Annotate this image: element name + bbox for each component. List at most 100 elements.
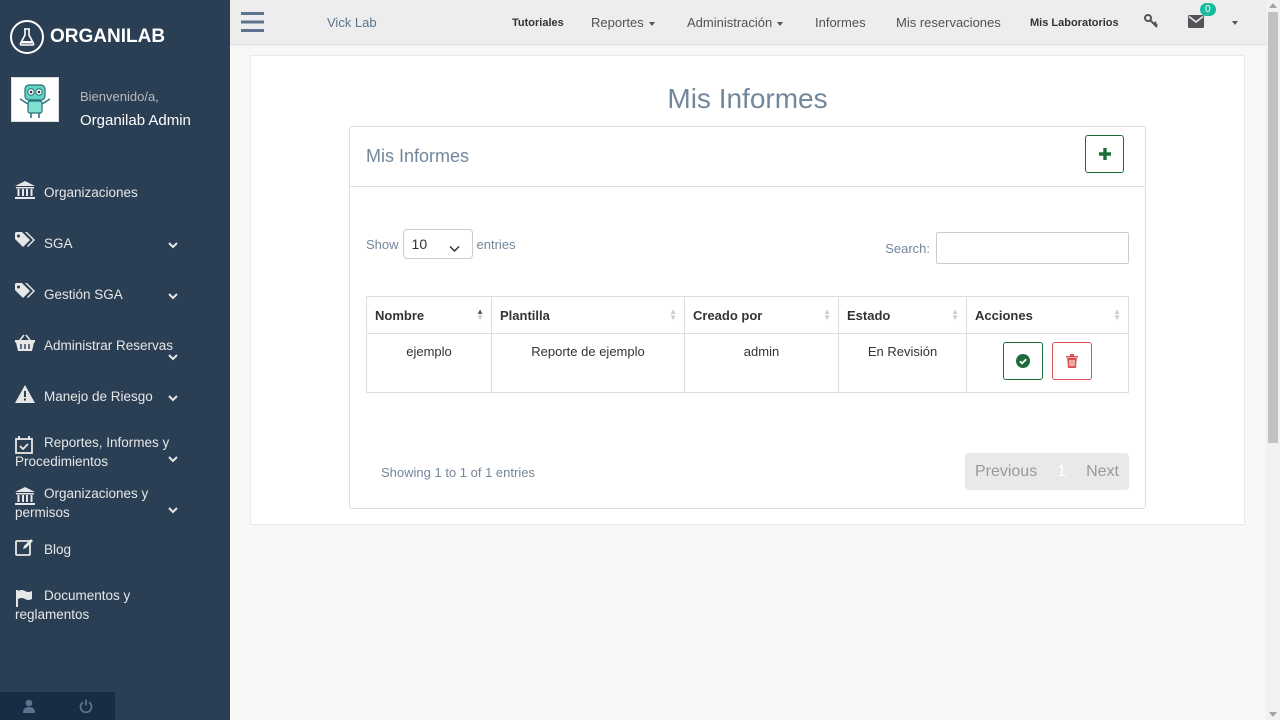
sort-icon: ▲ ▼: [669, 307, 677, 322]
entries-value: 10: [411, 236, 428, 252]
nav-reservaciones[interactable]: Mis reservaciones: [896, 15, 1001, 30]
sidebar-item-label: Organizaciones y permisos: [15, 486, 149, 520]
key-icon[interactable]: [1144, 14, 1158, 31]
table-row: ejemplo Reporte de ejemplo admin En Revi…: [366, 333, 1129, 393]
scroll-up-icon[interactable]: [1269, 3, 1277, 8]
sidebar-item-reservas[interactable]: Administrar Reservas: [0, 319, 230, 370]
nav-informes[interactable]: Informes: [815, 15, 866, 30]
sidebar-item-documentos[interactable]: Documentos y reglamentos: [0, 574, 230, 625]
user-dropdown[interactable]: [1227, 14, 1238, 29]
sidebar-item-blog[interactable]: Blog: [0, 523, 230, 574]
notification-badge: 0: [1200, 3, 1216, 16]
sort-icon: ▲ ▼: [476, 307, 484, 322]
nav-reportes[interactable]: Reportes: [591, 15, 655, 30]
column-header-estado[interactable]: Estado ▲ ▼: [838, 296, 967, 334]
page-button-1[interactable]: 1: [1047, 463, 1076, 481]
caret-down-icon: [777, 21, 784, 26]
envelope-icon[interactable]: [1188, 15, 1204, 31]
sidebar-item-label: Administrar Reservas: [44, 338, 174, 353]
table-header-row: Nombre ▲ ▼ Plantilla ▲ ▼ Creado por ▲ ▼ Estado…: [366, 296, 1129, 334]
show-label: Show: [366, 236, 399, 252]
chevron-down-icon: [168, 391, 178, 402]
sidebar-item-label: Gestión SGA: [44, 287, 123, 302]
chevron-down-icon: [168, 503, 178, 514]
card-header: Mis Informes: [350, 127, 1145, 187]
power-icon[interactable]: [58, 692, 116, 720]
pagination: Previous 1 Next: [964, 453, 1129, 490]
tags-icon: [15, 232, 37, 252]
bank-icon: [15, 181, 37, 201]
sidebar-item-label: Reportes, Informes y Procedimientos: [15, 435, 170, 469]
search-label: Search:: [885, 240, 930, 256]
nav-administracion[interactable]: Administración: [687, 15, 784, 30]
sort-icon: ▲ ▼: [823, 307, 831, 322]
sidebar-footer: [0, 692, 115, 720]
sidebar-item-sga[interactable]: SGA: [0, 217, 230, 268]
main-panel: Mis Informes Mis Informes Show 10 entrie…: [250, 55, 1245, 525]
brand-name: ORGANILAB: [50, 26, 166, 47]
warning-icon: [15, 385, 37, 405]
sort-icon: ▲ ▼: [1113, 307, 1121, 322]
column-header-creado-por[interactable]: Creado por ▲ ▼: [684, 296, 839, 334]
sort-icon: ▲ ▼: [951, 307, 959, 322]
brand[interactable]: ORGANILAB: [10, 20, 165, 54]
table-info: Showing 1 to 1 of 1 entries: [381, 465, 535, 480]
next-button[interactable]: Next: [1076, 463, 1129, 481]
nav-tutoriales[interactable]: Tutoriales: [512, 17, 564, 29]
menu-toggle-icon[interactable]: [241, 12, 264, 37]
approve-button[interactable]: [1002, 342, 1043, 380]
avatar[interactable]: [11, 77, 59, 122]
caret-down-icon: [1232, 20, 1238, 25]
entries-label: entries: [476, 236, 516, 252]
card-title: Mis Informes: [366, 146, 470, 166]
entries-select[interactable]: 10: [402, 229, 473, 259]
cell-creado-por: admin: [684, 333, 839, 393]
sidebar-item-reportes[interactable]: Reportes, Informes y Procedimientos: [0, 421, 230, 472]
sidebar-item-label: Blog: [44, 542, 72, 557]
cell-acciones: [966, 333, 1129, 393]
previous-button[interactable]: Previous: [965, 463, 1047, 481]
edit-icon: [15, 538, 37, 558]
reports-table: Nombre ▲ ▼ Plantilla ▲ ▼ Creado por ▲ ▼ Estado…: [366, 296, 1129, 393]
page-scrollbar[interactable]: [1266, 0, 1280, 720]
cell-estado: En Revisión: [838, 333, 967, 393]
flask-icon: [10, 20, 44, 54]
nav-label: Administración: [687, 15, 773, 30]
welcome-text: Bienvenido/a,: [80, 89, 159, 104]
delete-button[interactable]: [1052, 342, 1093, 380]
cell-plantilla: Reporte de ejemplo: [491, 333, 685, 393]
sidebar-item-permisos[interactable]: Organizaciones y permisos: [0, 472, 230, 523]
sidebar-menu: Organizaciones SGA Gestión SGA Administr…: [0, 166, 230, 625]
basket-icon: [15, 334, 37, 354]
profile: Bienvenido/a, Organilab Admin: [11, 77, 191, 129]
column-header-nombre[interactable]: Nombre ▲ ▼: [366, 296, 492, 334]
chevron-down-icon: [168, 350, 178, 361]
scroll-thumb[interactable]: [1268, 12, 1278, 443]
sidebar-item-label: Documentos y reglamentos: [15, 588, 131, 622]
top-navbar: Vick Lab Tutoriales Reportes Administrac…: [230, 0, 1266, 45]
column-header-plantilla[interactable]: Plantilla ▲ ▼: [491, 296, 685, 334]
sidebar-item-organizaciones[interactable]: Organizaciones: [0, 166, 230, 217]
tags-icon: [15, 283, 37, 303]
sidebar-item-riesgo[interactable]: Manejo de Riesgo: [0, 370, 230, 421]
sidebar-item-gestion-sga[interactable]: Gestión SGA: [0, 268, 230, 319]
add-report-button[interactable]: [1085, 135, 1124, 173]
header-label: Plantilla: [500, 307, 550, 323]
page-title: Mis Informes: [667, 83, 828, 114]
lab-name[interactable]: Vick Lab: [327, 15, 377, 30]
caret-down-icon: [648, 21, 655, 26]
page-length: Show 10 entries: [366, 229, 516, 259]
column-header-acciones[interactable]: Acciones ▲ ▼: [966, 296, 1129, 334]
chevron-down-icon: [168, 452, 178, 463]
search-input[interactable]: [936, 232, 1129, 264]
user-name: Organilab Admin: [80, 112, 191, 129]
user-icon[interactable]: [0, 692, 58, 720]
trash-icon: [1066, 354, 1079, 368]
scroll-down-icon[interactable]: [1269, 712, 1277, 717]
plus-icon: [1098, 148, 1111, 160]
header-label: Acciones: [975, 307, 1033, 323]
table-search: Search:: [885, 232, 1129, 264]
nav-laboratorios[interactable]: Mis Laboratorios: [1030, 17, 1119, 29]
sidebar-item-label: SGA: [44, 236, 73, 251]
header-label: Nombre: [375, 307, 425, 323]
